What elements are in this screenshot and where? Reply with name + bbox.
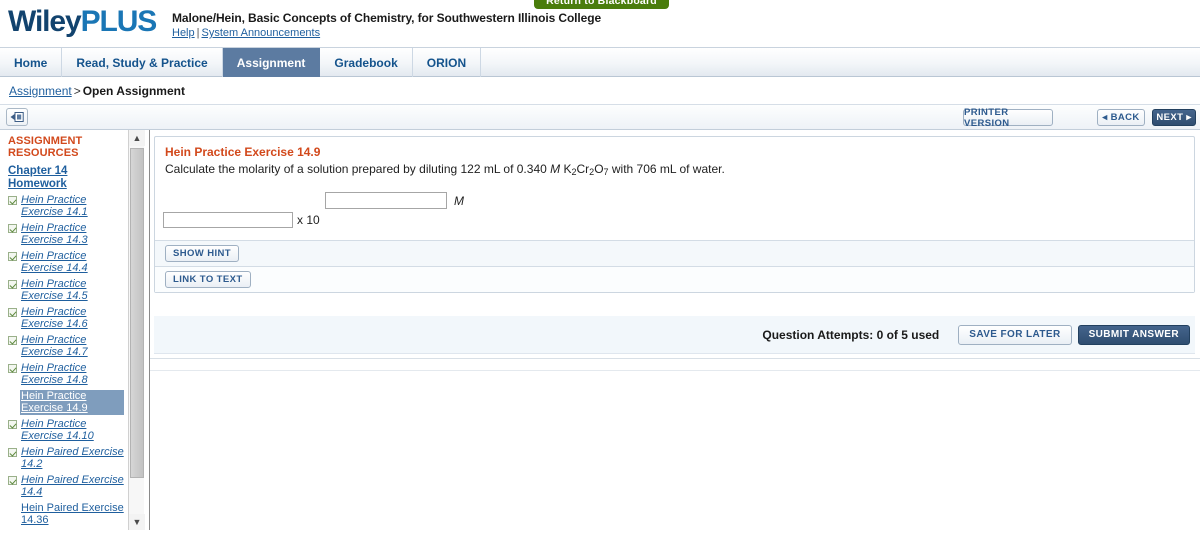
wileyplus-page: Return to Blackboard WileyPLUS Malone/He… xyxy=(0,0,1200,546)
sidebar-scrollbar[interactable]: ▲ ▼ xyxy=(128,130,145,530)
sidebar-item-hein-practice-14-9[interactable]: Hein Practice Exercise 14.9 xyxy=(8,390,124,415)
header-links: Help | System Announcements xyxy=(172,27,601,39)
sidebar-item-label: Hein Paired Exercise 14.36 xyxy=(21,502,124,527)
tab-gradebook[interactable]: Gradebook xyxy=(320,48,413,77)
content-divider xyxy=(150,358,1200,359)
sidebar-heading-line2: RESOURCES xyxy=(8,146,79,159)
course-info: Malone/Hein, Basic Concepts of Chemistry… xyxy=(172,11,601,39)
answer-exponent-input[interactable] xyxy=(325,192,447,209)
scrollbar-track[interactable] xyxy=(129,146,144,514)
tab-assignment[interactable]: Assignment xyxy=(222,48,321,77)
sidebar-item-label: Hein Paired Exercise 14.2 xyxy=(21,446,124,471)
content-divider-secondary xyxy=(150,370,1200,371)
sidebar-item-hein-practice-14-8[interactable]: Hein Practice Exercise 14.8 xyxy=(8,362,124,387)
checkbox-checked-icon xyxy=(8,280,17,289)
course-title: Malone/Hein, Basic Concepts of Chemistry… xyxy=(172,11,602,25)
checkbox-checked-icon xyxy=(8,448,17,457)
sidebar-item-label: Hein Practice Exercise 14.5 xyxy=(21,278,88,303)
tab-read-study-practice[interactable]: Read, Study & Practice xyxy=(62,48,223,77)
answer-mantissa-input[interactable] xyxy=(163,212,293,228)
next-button[interactable]: NEXT ▸ xyxy=(1152,109,1196,126)
return-to-blackboard-button[interactable]: Return to Blackboard xyxy=(534,0,669,9)
show-hint-button[interactable]: SHOW HINT xyxy=(165,245,239,262)
times-ten-label: x 10 xyxy=(297,213,320,227)
sidebar-item-label: Hein Paired Exercise 14.4 xyxy=(21,474,124,499)
checkbox-checked-icon xyxy=(8,196,17,205)
tab-home[interactable]: Home xyxy=(0,48,63,77)
sidebar-heading: ASSIGNMENT RESOURCES xyxy=(8,135,124,159)
checkbox-checked-icon xyxy=(8,364,17,373)
assignment-resources-sidebar: ASSIGNMENT RESOURCES Chapter 14 Homework… xyxy=(0,130,150,530)
sidebar-item-hein-practice-14-7[interactable]: Hein Practice Exercise 14.7 xyxy=(8,334,124,359)
question-title: Hein Practice Exercise 14.9 xyxy=(165,145,321,159)
question-attempts-label: Question Attempts: 0 of 5 used xyxy=(762,327,940,342)
sidebar-item-hein-paired-14-36[interactable]: Hein Paired Exercise 14.36 xyxy=(8,502,124,527)
question-area: Hein Practice Exercise 14.9 Calculate th… xyxy=(150,130,1200,530)
sidebar-item-hein-practice-14-1[interactable]: Hein Practice Exercise 14.1 xyxy=(8,194,124,219)
sidebar-item-label: Hein Practice Exercise 14.7 xyxy=(21,334,88,359)
answer-unit-label: M xyxy=(454,194,464,208)
sidebar-content: ASSIGNMENT RESOURCES Chapter 14 Homework… xyxy=(0,130,128,530)
link-to-text-strip: LINK TO TEXT xyxy=(155,266,1194,292)
checkbox-checked-icon xyxy=(8,224,17,233)
submit-bar: Question Attempts: 0 of 5 used SAVE FOR … xyxy=(154,316,1195,354)
link-to-text-button[interactable]: LINK TO TEXT xyxy=(165,271,251,288)
breadcrumb: Assignment > Open Assignment xyxy=(0,77,1200,104)
sidebar-item-label: Hein Practice Exercise 14.6 xyxy=(21,306,88,331)
sidebar-item-hein-paired-14-2[interactable]: Hein Paired Exercise 14.2 xyxy=(8,446,124,471)
site-header: Return to Blackboard WileyPLUS Malone/He… xyxy=(0,0,1200,48)
main-navigation: Home Read, Study & Practice Assignment G… xyxy=(0,48,1200,77)
collapse-panel-icon[interactable] xyxy=(6,108,28,126)
checkbox-checked-icon xyxy=(8,308,17,317)
content-area: ASSIGNMENT RESOURCES Chapter 14 Homework… xyxy=(0,130,1200,530)
show-hint-strip: SHOW HINT xyxy=(155,240,1194,266)
tab-orion[interactable]: ORION xyxy=(413,48,482,77)
nav-tab-list: Home Read, Study & Practice Assignment G… xyxy=(0,48,1200,77)
system-announcements-link[interactable]: System Announcements xyxy=(201,27,320,39)
sidebar-item-hein-practice-14-4[interactable]: Hein Practice Exercise 14.4 xyxy=(8,250,124,275)
sidebar-heading-line1: ASSIGNMENT xyxy=(8,135,83,147)
sidebar-item-hein-practice-14-3[interactable]: Hein Practice Exercise 14.3 xyxy=(8,222,124,247)
breadcrumb-current: Open Assignment xyxy=(82,84,185,98)
help-link[interactable]: Help xyxy=(172,27,195,39)
prompt-molarity-symbol: M xyxy=(550,162,561,176)
assignment-toolbar: PRINTER VERSION ◂ BACK NEXT ▸ xyxy=(0,104,1200,130)
chevron-down-icon[interactable]: ▼ xyxy=(129,514,145,530)
prompt-text-part2: with 706 mL of water. xyxy=(608,162,725,176)
sidebar-chapter-link[interactable]: Chapter 14 Homework xyxy=(8,165,124,190)
formula-cr: Cr xyxy=(576,162,590,176)
sidebar-item-hein-practice-14-5[interactable]: Hein Practice Exercise 14.5 xyxy=(8,278,124,303)
chevron-up-icon[interactable]: ▲ xyxy=(129,130,145,146)
question-prompt: Calculate the molarity of a solution pre… xyxy=(155,159,1194,180)
printer-version-button[interactable]: PRINTER VERSION xyxy=(963,107,1053,129)
sidebar-item-label: Hein Practice Exercise 14.1 xyxy=(21,194,88,219)
sidebar-item-hein-practice-14-10[interactable]: Hein Practice Exercise 14.10 xyxy=(8,418,124,443)
question-panel: Hein Practice Exercise 14.9 Calculate th… xyxy=(154,136,1195,293)
formula-o: O xyxy=(594,162,604,176)
checkbox-checked-icon xyxy=(8,476,17,485)
logo-plus-text: PLUS xyxy=(80,5,158,38)
checkbox-checked-icon xyxy=(8,420,17,429)
save-for-later-button[interactable]: SAVE FOR LATER xyxy=(958,324,1072,345)
sidebar-resource-list: Hein Practice Exercise 14.1 Hein Practic… xyxy=(8,194,124,530)
back-button[interactable]: ◂ BACK xyxy=(1097,109,1145,126)
sidebar-item-label: Hein Practice Exercise 14.8 xyxy=(21,362,88,387)
scrollbar-thumb[interactable] xyxy=(130,148,144,478)
breadcrumb-assignment-link[interactable]: Assignment xyxy=(9,84,72,98)
sidebar-item-hein-paired-14-4[interactable]: Hein Paired Exercise 14.4 xyxy=(8,474,124,499)
checkbox-checked-icon xyxy=(8,336,17,345)
sidebar-item-hein-practice-14-6[interactable]: Hein Practice Exercise 14.6 xyxy=(8,306,124,331)
answer-entry-row: x 10 M xyxy=(155,188,1194,240)
sidebar-item-label: Hein Practice Exercise 14.4 xyxy=(21,250,88,275)
wileyplus-logo[interactable]: WileyPLUS xyxy=(8,5,158,38)
checkbox-checked-icon xyxy=(8,252,17,261)
sidebar-item-label: Hein Practice Exercise 14.3 xyxy=(21,222,88,247)
logo-wiley-text: Wiley xyxy=(8,5,82,38)
breadcrumb-separator: > xyxy=(73,84,81,98)
prompt-text-part1: Calculate the molarity of a solution pre… xyxy=(165,162,551,176)
sidebar-item-label: Hein Practice Exercise 14.10 xyxy=(21,418,94,443)
submit-answer-button[interactable]: SUBMIT ANSWER xyxy=(1077,324,1190,345)
sidebar-item-label: Hein Practice Exercise 14.9 xyxy=(20,390,124,415)
